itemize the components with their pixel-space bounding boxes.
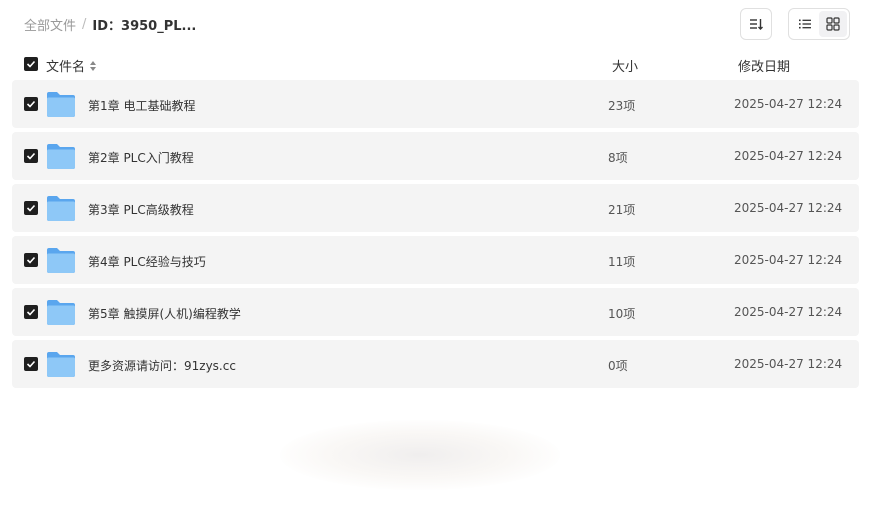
file-size: 10项 (608, 307, 636, 321)
file-name[interactable]: 第3章 PLC高级教程 (88, 201, 194, 218)
file-row[interactable]: 第4章 PLC经验与技巧 11项 2025-04-27 12:24 (12, 236, 859, 284)
sort-button[interactable] (740, 8, 772, 40)
checkmark-icon (26, 308, 36, 316)
file-size: 11项 (608, 255, 636, 269)
grid-view-button[interactable] (819, 11, 847, 37)
top-bar: 全部文件 / ID：3950_PL... (0, 0, 874, 48)
row-checkbox[interactable] (24, 357, 38, 371)
file-name[interactable]: 第5章 触摸屏(人机)编程教学 (88, 305, 241, 322)
row-checkbox[interactable] (24, 253, 38, 267)
column-header-size[interactable]: 大小 (612, 56, 638, 75)
row-checkbox[interactable] (24, 305, 38, 319)
row-checkbox[interactable] (24, 149, 38, 163)
breadcrumb-separator: / (82, 17, 87, 32)
select-all-checkbox[interactable] (24, 57, 38, 71)
folder-icon (47, 300, 75, 325)
row-checkbox[interactable] (24, 97, 38, 111)
folder-icon (47, 92, 75, 117)
file-size: 8项 (608, 151, 628, 165)
file-date: 2025-04-27 12:24 (734, 253, 843, 267)
row-checkbox[interactable] (24, 201, 38, 215)
file-date: 2025-04-27 12:24 (734, 357, 843, 371)
background-glow (280, 420, 560, 490)
file-row[interactable]: 第1章 电工基础教程 23项 2025-04-27 12:24 (12, 80, 859, 128)
checkmark-icon (26, 152, 36, 160)
folder-icon (47, 196, 75, 221)
file-row[interactable]: 更多资源请访问：91zys.cc 0项 2025-04-27 12:24 (12, 340, 859, 388)
breadcrumb-current: ID：3950_PL... (92, 19, 197, 34)
checkmark-icon (26, 60, 36, 68)
checkmark-icon (26, 100, 36, 108)
sort-arrows-icon (90, 60, 97, 71)
breadcrumb: 全部文件 / ID：3950_PL... (24, 15, 196, 34)
column-header-name-label: 文件名 (46, 60, 86, 75)
sort-icon (750, 19, 763, 30)
file-name[interactable]: 第4章 PLC经验与技巧 (88, 253, 206, 270)
checkmark-icon (26, 360, 36, 368)
view-toggle (788, 8, 850, 40)
folder-icon (47, 248, 75, 273)
checkmark-icon (26, 204, 36, 212)
file-size: 23项 (608, 99, 636, 113)
list-view-button[interactable] (791, 11, 819, 37)
file-date: 2025-04-27 12:24 (734, 201, 843, 215)
folder-icon (47, 144, 75, 169)
file-date: 2025-04-27 12:24 (734, 305, 843, 319)
checkmark-icon (26, 256, 36, 264)
file-name[interactable]: 更多资源请访问：91zys.cc (88, 357, 236, 374)
file-date: 2025-04-27 12:24 (734, 149, 843, 163)
file-date: 2025-04-27 12:24 (734, 97, 843, 111)
file-row[interactable]: 第3章 PLC高级教程 21项 2025-04-27 12:24 (12, 184, 859, 232)
file-row[interactable]: 第5章 触摸屏(人机)编程教学 10项 2025-04-27 12:24 (12, 288, 859, 336)
file-list-header: 文件名 大小 修改日期 (0, 50, 874, 78)
file-name[interactable]: 第2章 PLC入门教程 (88, 149, 194, 166)
column-header-date[interactable]: 修改日期 (738, 56, 790, 75)
file-row[interactable]: 第2章 PLC入门教程 8项 2025-04-27 12:24 (12, 132, 859, 180)
breadcrumb-root[interactable]: 全部文件 (24, 15, 76, 34)
grid-view-icon (826, 17, 840, 31)
folder-icon (47, 352, 75, 377)
file-size: 0项 (608, 359, 628, 373)
list-view-icon (799, 19, 811, 29)
column-header-name[interactable]: 文件名 (46, 56, 97, 75)
file-list: 第1章 电工基础教程 23项 2025-04-27 12:24 第2章 PLC入… (12, 80, 859, 392)
file-name[interactable]: 第1章 电工基础教程 (88, 97, 195, 114)
file-size: 21项 (608, 203, 636, 217)
